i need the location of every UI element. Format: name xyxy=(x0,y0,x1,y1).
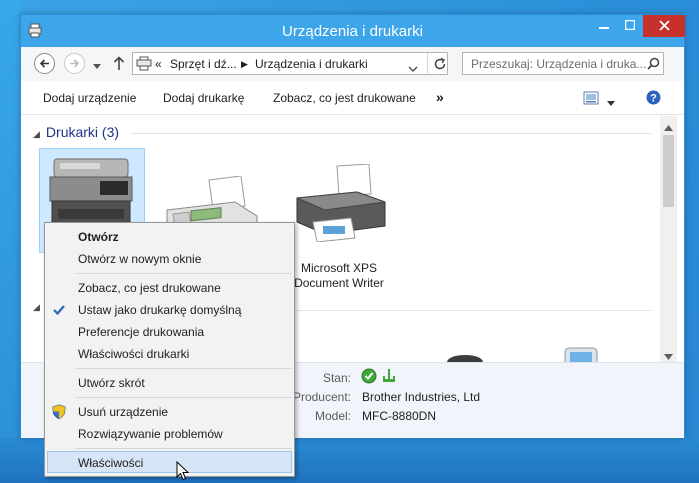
menu-item-label: Otwórz w nowym oknie xyxy=(78,252,202,266)
menu-item-troubleshoot[interactable]: Rozwiązywanie problemów xyxy=(47,423,292,445)
phone-device-item[interactable] xyxy=(561,346,601,362)
window-title: Urządzenia i drukarki xyxy=(282,23,423,40)
arrow-right-icon xyxy=(70,59,80,68)
view-options-dropdown[interactable] xyxy=(607,95,615,109)
menu-item-label: Zobacz, co jest drukowane xyxy=(78,281,221,295)
default-printer-check-icon xyxy=(361,368,377,387)
menu-item-create-shortcut[interactable]: Utwórz skrót xyxy=(47,372,292,394)
desktop-background xyxy=(0,0,20,483)
control-panel-icon xyxy=(136,56,152,74)
recent-locations-dropdown[interactable] xyxy=(93,59,101,73)
group-divider xyxy=(131,133,651,134)
address-row: « Sprzęt i dź... ▶ Urządzenia i drukarki… xyxy=(21,47,684,81)
change-view-icon[interactable] xyxy=(583,91,599,108)
chevron-down-icon xyxy=(93,64,101,69)
close-icon xyxy=(658,20,670,31)
refresh-icon xyxy=(434,57,446,70)
title-bar: Urządzenia i drukarki xyxy=(21,15,685,47)
collapse-triangle-icon[interactable]: ◢ xyxy=(33,129,40,139)
xps-writer-item[interactable] xyxy=(293,163,389,245)
menu-separator xyxy=(75,448,292,449)
xps-label-line-1: Microsoft XPS xyxy=(300,261,378,275)
partial-device-item[interactable] xyxy=(445,352,485,362)
chevron-down-icon xyxy=(664,354,673,360)
xps-label-line-2: Document Writer xyxy=(294,276,384,290)
device-icon xyxy=(447,355,483,362)
menu-separator xyxy=(75,397,292,398)
menu-item-label: Utwórz skrót xyxy=(78,376,145,390)
menu-item-open-new-window[interactable]: Otwórz w nowym oknie xyxy=(47,248,292,270)
scroll-down-button[interactable] xyxy=(664,349,673,363)
printers-group-title: Drukarki (3) xyxy=(45,124,120,140)
menu-separator xyxy=(75,273,292,274)
search-icon[interactable] xyxy=(647,57,660,73)
maximize-icon xyxy=(624,19,636,31)
chevron-down-icon xyxy=(408,66,418,72)
breadcrumb-hardware-sound[interactable]: Sprzęt i dź... xyxy=(170,57,237,71)
add-printer-button[interactable]: Dodaj drukarkę xyxy=(163,91,244,105)
group-divider xyxy=(291,310,651,311)
address-overflow-chevron[interactable]: « xyxy=(155,57,162,71)
collapse-triangle-icon[interactable]: ◢ xyxy=(33,302,40,313)
breadcrumb-separator-icon[interactable]: ▶ xyxy=(241,59,248,70)
maximize-button[interactable] xyxy=(617,15,643,37)
xps-writer-label: Microsoft XPS Document Writer xyxy=(279,261,399,291)
see-whats-printing-button[interactable]: Zobacz, co jest drukowane xyxy=(273,91,416,105)
mobile-device-icon xyxy=(564,347,598,362)
menu-item-remove-device[interactable]: Usuń urządzenie xyxy=(47,401,292,423)
network-status-icon xyxy=(381,368,397,387)
command-bar: Dodaj urządzenie Dodaj drukarkę Zobacz, … xyxy=(21,81,684,115)
menu-item-label: Preferencje drukowania xyxy=(78,325,205,339)
manufacturer-value: Brother Industries, Ltd xyxy=(362,390,481,404)
address-divider xyxy=(427,53,428,74)
menu-item-set-default[interactable]: Ustaw jako drukarkę domyślną xyxy=(47,299,292,321)
refresh-button[interactable] xyxy=(433,57,447,74)
more-commands-button[interactable]: » xyxy=(436,89,444,105)
arrow-left-icon xyxy=(39,59,49,68)
back-button[interactable] xyxy=(34,53,55,74)
minimize-icon xyxy=(599,27,609,29)
menu-item-preferences[interactable]: Preferencje drukowania xyxy=(47,321,292,343)
address-bar[interactable]: « Sprzęt i dź... ▶ Urządzenia i drukarki xyxy=(132,52,448,75)
svg-text:?: ? xyxy=(650,93,657,105)
printers-group-header[interactable]: ◢ Drukarki (3) xyxy=(33,124,119,140)
menu-item-see-printing[interactable]: Zobacz, co jest drukowane xyxy=(47,277,292,299)
search-placeholder: Przeszukaj: Urządzenia i druka... xyxy=(471,57,647,71)
scroll-up-button[interactable] xyxy=(664,120,673,134)
menu-item-label: Rozwiązywanie problemów xyxy=(78,427,223,441)
minimize-button[interactable] xyxy=(591,15,617,37)
arrow-up-icon xyxy=(113,56,125,70)
menu-item-open[interactable]: Otwórz xyxy=(47,226,292,248)
printer-icon xyxy=(296,163,386,243)
menu-item-label: Ustaw jako drukarkę domyślną xyxy=(78,303,242,317)
menu-separator xyxy=(75,368,292,369)
help-icon[interactable]: ? xyxy=(646,90,661,108)
address-history-dropdown[interactable] xyxy=(408,61,418,75)
menu-item-label: Usuń urządzenie xyxy=(78,405,169,419)
chevron-down-icon xyxy=(607,101,615,106)
search-box[interactable]: Przeszukaj: Urządzenia i druka... xyxy=(462,52,664,75)
model-value: MFC-8880DN xyxy=(362,409,437,423)
menu-item-printer-properties[interactable]: Właściwości drukarki xyxy=(47,343,292,365)
menu-item-label: Właściwości xyxy=(78,456,144,470)
menu-item-label: Otwórz xyxy=(78,230,119,244)
add-device-button[interactable]: Dodaj urządzenie xyxy=(43,91,136,105)
forward-button[interactable] xyxy=(64,53,85,74)
scrollbar-thumb[interactable] xyxy=(663,135,674,207)
printer-context-menu: Otwórz Otwórz w nowym oknie Zobacz, co j… xyxy=(44,222,295,477)
vertical-scrollbar[interactable] xyxy=(660,116,677,362)
up-button[interactable] xyxy=(113,55,125,74)
chevron-up-icon xyxy=(664,125,673,131)
menu-item-properties[interactable]: Właściwości xyxy=(47,451,292,473)
close-button[interactable] xyxy=(643,15,685,37)
breadcrumb-devices-printers[interactable]: Urządzenia i drukarki xyxy=(255,57,368,71)
mouse-cursor-icon xyxy=(176,460,190,483)
menu-item-label: Właściwości drukarki xyxy=(78,347,190,361)
